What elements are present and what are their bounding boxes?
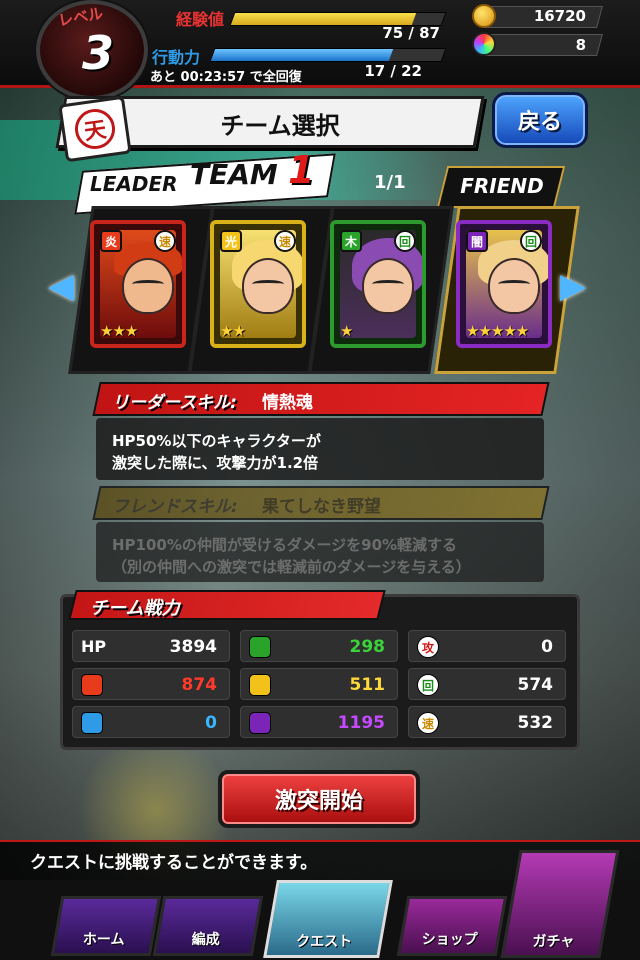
emblem-icon: 天 bbox=[58, 95, 132, 163]
ap-bar-fill bbox=[210, 49, 393, 61]
heal-value: 574 bbox=[517, 675, 554, 695]
nav-formation-label: 編成 bbox=[191, 932, 220, 948]
dark-attribute-icon: 闇 bbox=[466, 230, 488, 252]
character-eyes bbox=[252, 280, 284, 288]
water-icon bbox=[81, 712, 103, 734]
character-eyes bbox=[132, 280, 164, 288]
speed-role-icon: 速 bbox=[154, 230, 176, 252]
light-value: 511 bbox=[349, 675, 386, 695]
page-title: チーム選択 bbox=[220, 112, 340, 140]
nav-gacha-label: ガチャ bbox=[532, 934, 575, 950]
leader-skill-line: 激突した際に、攻撃力が1.2倍 bbox=[112, 454, 319, 472]
leader-skill-description: HP50%以下のキャラクターが 激突した際に、攻撃力が1.2倍 bbox=[96, 418, 544, 480]
nav-home[interactable]: ホーム bbox=[50, 896, 162, 956]
stat-light: 511 bbox=[240, 668, 398, 700]
speed-role-icon: 速 bbox=[274, 230, 296, 252]
dark-value: 1195 bbox=[337, 713, 385, 733]
rarity-stars: ★ bbox=[340, 322, 353, 340]
coin-count: 16720 bbox=[533, 7, 586, 25]
nav-quest[interactable]: クエスト bbox=[263, 880, 393, 958]
heal-icon: 回 bbox=[417, 674, 439, 696]
friend-label: FRIEND bbox=[460, 174, 544, 198]
rarity-stars: ★★★ bbox=[100, 322, 138, 340]
nav-shop-label: ショップ bbox=[421, 932, 478, 948]
back-button[interactable]: 戻る bbox=[492, 92, 588, 148]
leader-skill-name: 情熱魂 bbox=[262, 393, 313, 413]
stat-hp: HP 3894 bbox=[72, 630, 230, 662]
character-eyes bbox=[372, 280, 404, 288]
ap-label: 行動力 bbox=[152, 48, 201, 67]
leader-label: LEADER bbox=[90, 172, 178, 196]
stat-attack: 攻 0 bbox=[408, 630, 566, 662]
stat-speed: 速 532 bbox=[408, 706, 566, 738]
gem-icon bbox=[472, 32, 496, 56]
friend-skill-line: （別の仲間への激突では軽減前のダメージを与える） bbox=[112, 558, 471, 576]
rarity-stars: ★★★★★ bbox=[466, 322, 529, 340]
wood-value: 298 bbox=[349, 637, 386, 657]
ap-value: 17 / 22 bbox=[364, 62, 422, 80]
team-card-1[interactable]: 炎 速 ★★★ bbox=[90, 220, 186, 348]
page-indicator: 1/1 bbox=[374, 172, 406, 193]
emblem-glyph: 天 bbox=[72, 106, 118, 152]
friend-skill-line: HP100%の仲間が受けるダメージを90%軽減する bbox=[112, 536, 458, 554]
light-icon bbox=[249, 674, 271, 696]
speed-icon: 速 bbox=[417, 712, 439, 734]
character-eyes bbox=[498, 280, 530, 288]
heal-role-icon: 回 bbox=[520, 230, 542, 252]
team-power-title: チーム戦力 bbox=[90, 598, 180, 619]
attack-icon: 攻 bbox=[417, 636, 439, 658]
hp-label: HP bbox=[81, 637, 107, 656]
prev-team-arrow-icon[interactable]: ◀ bbox=[48, 266, 74, 306]
dark-icon bbox=[249, 712, 271, 734]
nav-shop[interactable]: ショップ bbox=[396, 896, 508, 956]
stat-heal: 回 574 bbox=[408, 668, 566, 700]
fire-attribute-icon: 炎 bbox=[100, 230, 122, 252]
coin-icon bbox=[472, 4, 496, 28]
water-value: 0 bbox=[205, 713, 217, 733]
ap-bar bbox=[209, 48, 447, 62]
leader-skill-tag: リーダースキル: bbox=[112, 393, 237, 413]
friend-skill-tag: フレンドスキル: bbox=[112, 497, 238, 517]
stat-fire: 874 bbox=[72, 668, 230, 700]
wood-icon bbox=[249, 636, 271, 658]
team-number: 1 bbox=[288, 148, 315, 192]
friend-card[interactable]: 闇 回 ★★★★★ bbox=[456, 220, 552, 348]
ap-recover-timer: あと 00:23:57 で全回復 bbox=[150, 70, 302, 85]
nav-gacha[interactable]: ガチャ bbox=[500, 850, 620, 958]
gem-count: 8 bbox=[575, 36, 586, 54]
level-number: 3 bbox=[82, 26, 115, 80]
fire-value: 874 bbox=[181, 675, 218, 695]
friend-skill-name: 果てしなき野望 bbox=[262, 497, 381, 517]
stat-wood: 298 bbox=[240, 630, 398, 662]
fire-icon bbox=[81, 674, 103, 696]
team-card-3[interactable]: 木 回 ★ bbox=[330, 220, 426, 348]
start-battle-button[interactable]: 激突開始 bbox=[218, 770, 420, 828]
light-attribute-icon: 光 bbox=[220, 230, 242, 252]
team-label: TEAM bbox=[190, 158, 278, 191]
team-card-2[interactable]: 光 速 ★★ bbox=[210, 220, 306, 348]
nav-quest-label: クエスト bbox=[296, 934, 353, 950]
attack-value: 0 bbox=[541, 637, 553, 657]
wood-attribute-icon: 木 bbox=[340, 230, 362, 252]
friend-skill-description: HP100%の仲間が受けるダメージを90%軽減する （別の仲間への激突では軽減前… bbox=[96, 522, 544, 582]
next-team-arrow-icon[interactable]: ▶ bbox=[560, 266, 586, 306]
exp-label: 経験値 bbox=[176, 10, 225, 29]
nav-formation[interactable]: 編成 bbox=[152, 896, 264, 956]
stat-dark: 1195 bbox=[240, 706, 398, 738]
nav-home-label: ホーム bbox=[82, 932, 125, 948]
rarity-stars: ★★ bbox=[220, 322, 246, 340]
leader-skill-line: HP50%以下のキャラクターが bbox=[112, 432, 321, 450]
speed-value: 532 bbox=[517, 713, 554, 733]
hp-value: 3894 bbox=[169, 637, 217, 657]
exp-value: 75 / 87 bbox=[382, 24, 440, 42]
stat-water: 0 bbox=[72, 706, 230, 738]
heal-role-icon: 回 bbox=[394, 230, 416, 252]
message-text: クエストに挑戦することができます。 bbox=[30, 853, 318, 873]
